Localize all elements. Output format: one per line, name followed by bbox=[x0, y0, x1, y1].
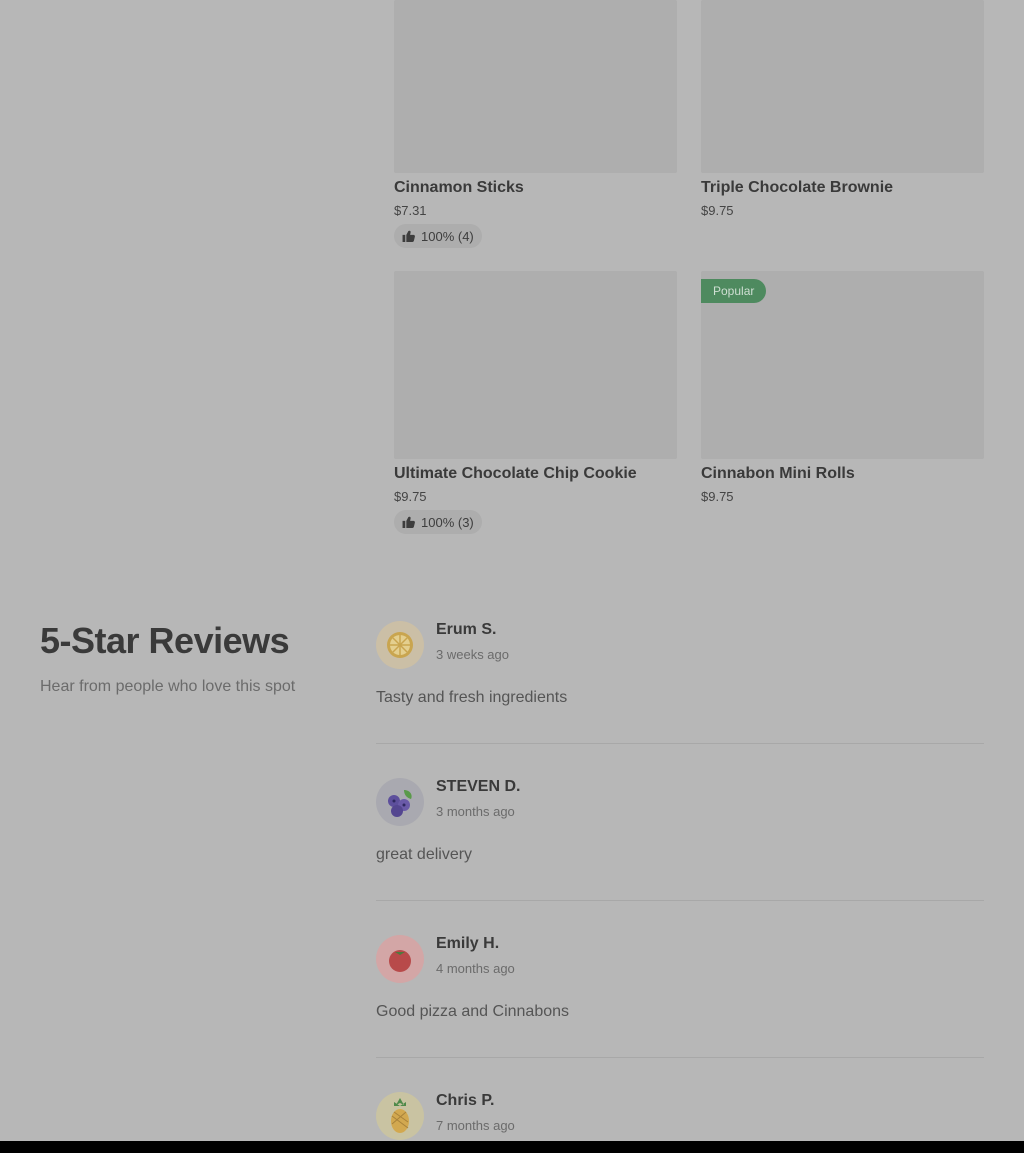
product-price: $9.75 bbox=[701, 489, 734, 504]
review-date: 4 months ago bbox=[436, 961, 515, 976]
page: Cinnamon Sticks $7.31 100% (4) Triple Ch… bbox=[0, 0, 1024, 1141]
blueberries-icon bbox=[388, 790, 412, 817]
divider bbox=[376, 900, 984, 901]
product-price: $7.31 bbox=[394, 203, 427, 218]
product-image[interactable] bbox=[394, 0, 677, 173]
review-author: Erum S. bbox=[436, 621, 497, 638]
rating-pill: 100% (4) bbox=[394, 224, 482, 248]
product-card-cinnamon-sticks[interactable]: Cinnamon Sticks $7.31 100% (4) bbox=[394, 0, 677, 248]
product-image[interactable] bbox=[701, 0, 984, 173]
rating-text: 100% (4) bbox=[421, 228, 474, 244]
review-date: 3 weeks ago bbox=[436, 647, 509, 662]
review-item: STEVEN D. 3 months ago great delivery bbox=[376, 778, 984, 902]
rating-pill: 100% (3) bbox=[394, 510, 482, 534]
review-item: Emily H. 4 months ago Good pizza and Cin… bbox=[376, 935, 984, 1059]
lemon-icon bbox=[387, 632, 413, 658]
reviews-subtitle: Hear from people who love this spot bbox=[40, 678, 296, 695]
review-text: great delivery bbox=[376, 846, 473, 863]
review-author: Emily H. bbox=[436, 935, 500, 952]
thumbs-up-icon bbox=[402, 516, 415, 528]
review-item: Erum S. 3 weeks ago Tasty and fresh ingr… bbox=[376, 621, 984, 745]
tomato-icon bbox=[389, 950, 411, 972]
review-item: Chris P. 7 months ago bbox=[376, 1092, 984, 1141]
review-date: 7 months ago bbox=[436, 1118, 515, 1133]
review-text: Tasty and fresh ingredients bbox=[376, 689, 568, 706]
product-name: Triple Chocolate Brownie bbox=[701, 179, 894, 196]
product-name: Cinnabon Mini Rolls bbox=[701, 465, 855, 482]
product-price: $9.75 bbox=[394, 489, 427, 504]
avatar bbox=[376, 1092, 424, 1140]
product-name: Cinnamon Sticks bbox=[394, 179, 524, 196]
avatar bbox=[376, 778, 424, 826]
thumbs-up-icon bbox=[402, 230, 415, 242]
divider bbox=[376, 743, 984, 744]
product-card-cinnabon-mini-rolls[interactable]: Cinnabon Mini Rolls $9.75 bbox=[701, 271, 984, 504]
pineapple-icon bbox=[391, 1098, 409, 1133]
avatar bbox=[376, 621, 424, 669]
review-date: 3 months ago bbox=[436, 804, 515, 819]
divider bbox=[376, 1057, 984, 1058]
rating-text: 100% (3) bbox=[421, 514, 474, 530]
product-card-triple-chocolate-brownie[interactable]: Triple Chocolate Brownie $9.75 bbox=[701, 0, 984, 218]
product-card-ultimate-chocolate-chip-cookie[interactable]: Ultimate Chocolate Chip Cookie $9.75 100… bbox=[394, 271, 677, 534]
popular-badge: Popular bbox=[701, 279, 767, 303]
avatar bbox=[376, 935, 424, 983]
reviews-title: 5-Star Reviews bbox=[40, 620, 290, 661]
review-text: Good pizza and Cinnabons bbox=[376, 1003, 570, 1020]
bottom-bar bbox=[0, 1141, 1024, 1153]
product-price: $9.75 bbox=[701, 203, 734, 218]
product-name: Ultimate Chocolate Chip Cookie bbox=[394, 465, 637, 482]
review-author: STEVEN D. bbox=[436, 778, 521, 795]
product-image[interactable] bbox=[394, 271, 677, 459]
review-author: Chris P. bbox=[436, 1092, 495, 1109]
